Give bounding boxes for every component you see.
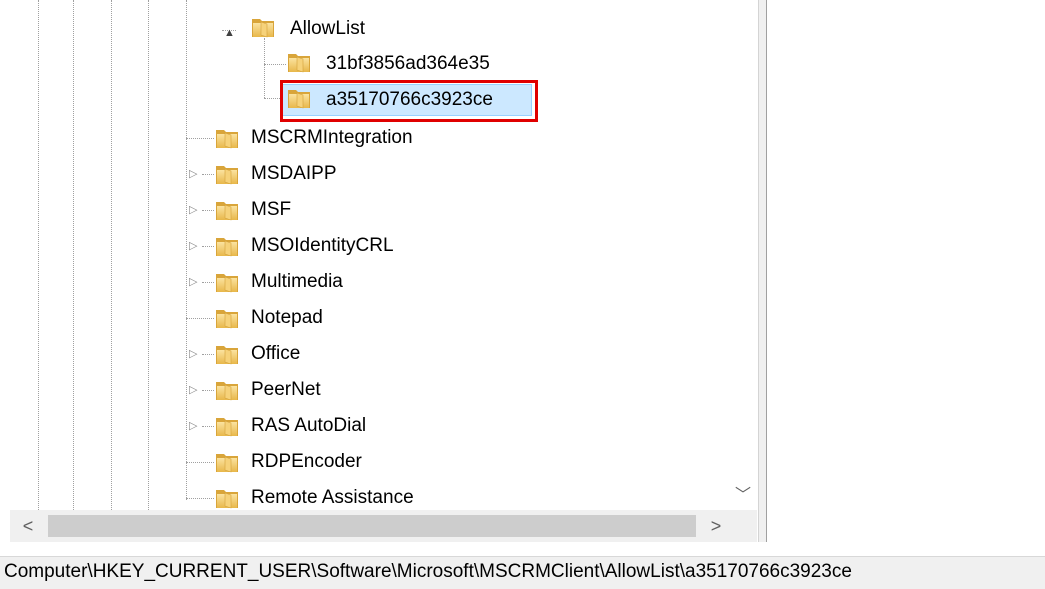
tree-node-label[interactable]: 31bf3856ad364e35 (326, 49, 490, 79)
tree-node-label[interactable]: AllowList (290, 14, 365, 44)
expand-arrow-icon[interactable]: ▷ (189, 420, 197, 432)
folder-icon (250, 15, 276, 39)
expand-arrow-icon[interactable]: ▷ (189, 204, 197, 216)
scroll-down-arrow-icon[interactable]: ﹀ (730, 480, 755, 506)
tree-node-label[interactable]: a35170766c3923ce (326, 85, 493, 115)
tree-guide-line (202, 426, 214, 427)
scroll-left-arrow-icon[interactable]: < (12, 510, 44, 542)
horizontal-scrollbar[interactable]: < > (10, 510, 757, 542)
folder-icon (214, 162, 240, 186)
values-pane[interactable] (767, 0, 1045, 542)
tree-node-label[interactable]: PeerNet (251, 375, 321, 405)
expand-arrow-icon[interactable]: ▷ (189, 240, 197, 252)
tree-guide-line (148, 0, 149, 510)
scrollbar-thumb[interactable] (48, 515, 696, 537)
tree-guide-line (186, 138, 214, 139)
expand-arrow-icon[interactable]: ▷ (189, 168, 197, 180)
expand-arrow-icon[interactable]: ▷ (189, 384, 197, 396)
scroll-right-arrow-icon[interactable]: > (700, 510, 732, 542)
tree-node-label[interactable]: MSOIdentityCRL (251, 231, 394, 261)
folder-icon (214, 234, 240, 258)
folder-icon (214, 378, 240, 402)
tree-guide-line (264, 38, 265, 98)
registry-tree[interactable]: ▲ AllowList 31bf3856ad364e35 a35170766c3… (10, 0, 755, 542)
tree-node-label[interactable]: Notepad (251, 303, 323, 333)
tree-node-label[interactable]: MSF (251, 195, 291, 225)
tree-node-label[interactable]: MSCRMIntegration (251, 123, 413, 153)
folder-icon (214, 342, 240, 366)
tree-guide-line (202, 282, 214, 283)
tree-guide-line (202, 354, 214, 355)
tree-node-label[interactable]: Multimedia (251, 267, 343, 297)
tree-guide-line (264, 64, 286, 65)
tree-guide-line (202, 390, 214, 391)
tree-node-label[interactable]: RDPEncoder (251, 447, 362, 477)
status-bar: Computer\HKEY_CURRENT_USER\Software\Micr… (0, 556, 1045, 589)
folder-icon (214, 450, 240, 474)
tree-guide-line (202, 246, 214, 247)
tree-node-label[interactable]: Office (251, 339, 300, 369)
tree-node-label[interactable]: RAS AutoDial (251, 411, 366, 441)
folder-icon (214, 486, 240, 510)
folder-icon (214, 414, 240, 438)
folder-icon (286, 50, 312, 74)
folder-icon (214, 306, 240, 330)
tree-guide-line (202, 210, 214, 211)
collapse-arrow-icon[interactable]: ▲ (224, 27, 235, 39)
pane-splitter[interactable] (758, 0, 767, 542)
folder-icon (214, 198, 240, 222)
tree-guide-line (111, 0, 112, 510)
tree-guide-line (186, 498, 214, 499)
folder-icon (286, 86, 312, 110)
folder-icon (214, 126, 240, 150)
tree-guide-line (38, 0, 39, 510)
tree-guide-line (73, 0, 74, 510)
tree-node-label[interactable]: Remote Assistance (251, 483, 414, 513)
folder-icon (214, 270, 240, 294)
tree-node-label[interactable]: MSDAIPP (251, 159, 337, 189)
registry-path: Computer\HKEY_CURRENT_USER\Software\Micr… (4, 561, 852, 582)
expand-arrow-icon[interactable]: ▷ (189, 276, 197, 288)
tree-guide-line (186, 462, 214, 463)
tree-guide-line (186, 318, 214, 319)
expand-arrow-icon[interactable]: ▷ (189, 348, 197, 360)
tree-guide-line (202, 174, 214, 175)
tree-guide-line (186, 0, 187, 500)
